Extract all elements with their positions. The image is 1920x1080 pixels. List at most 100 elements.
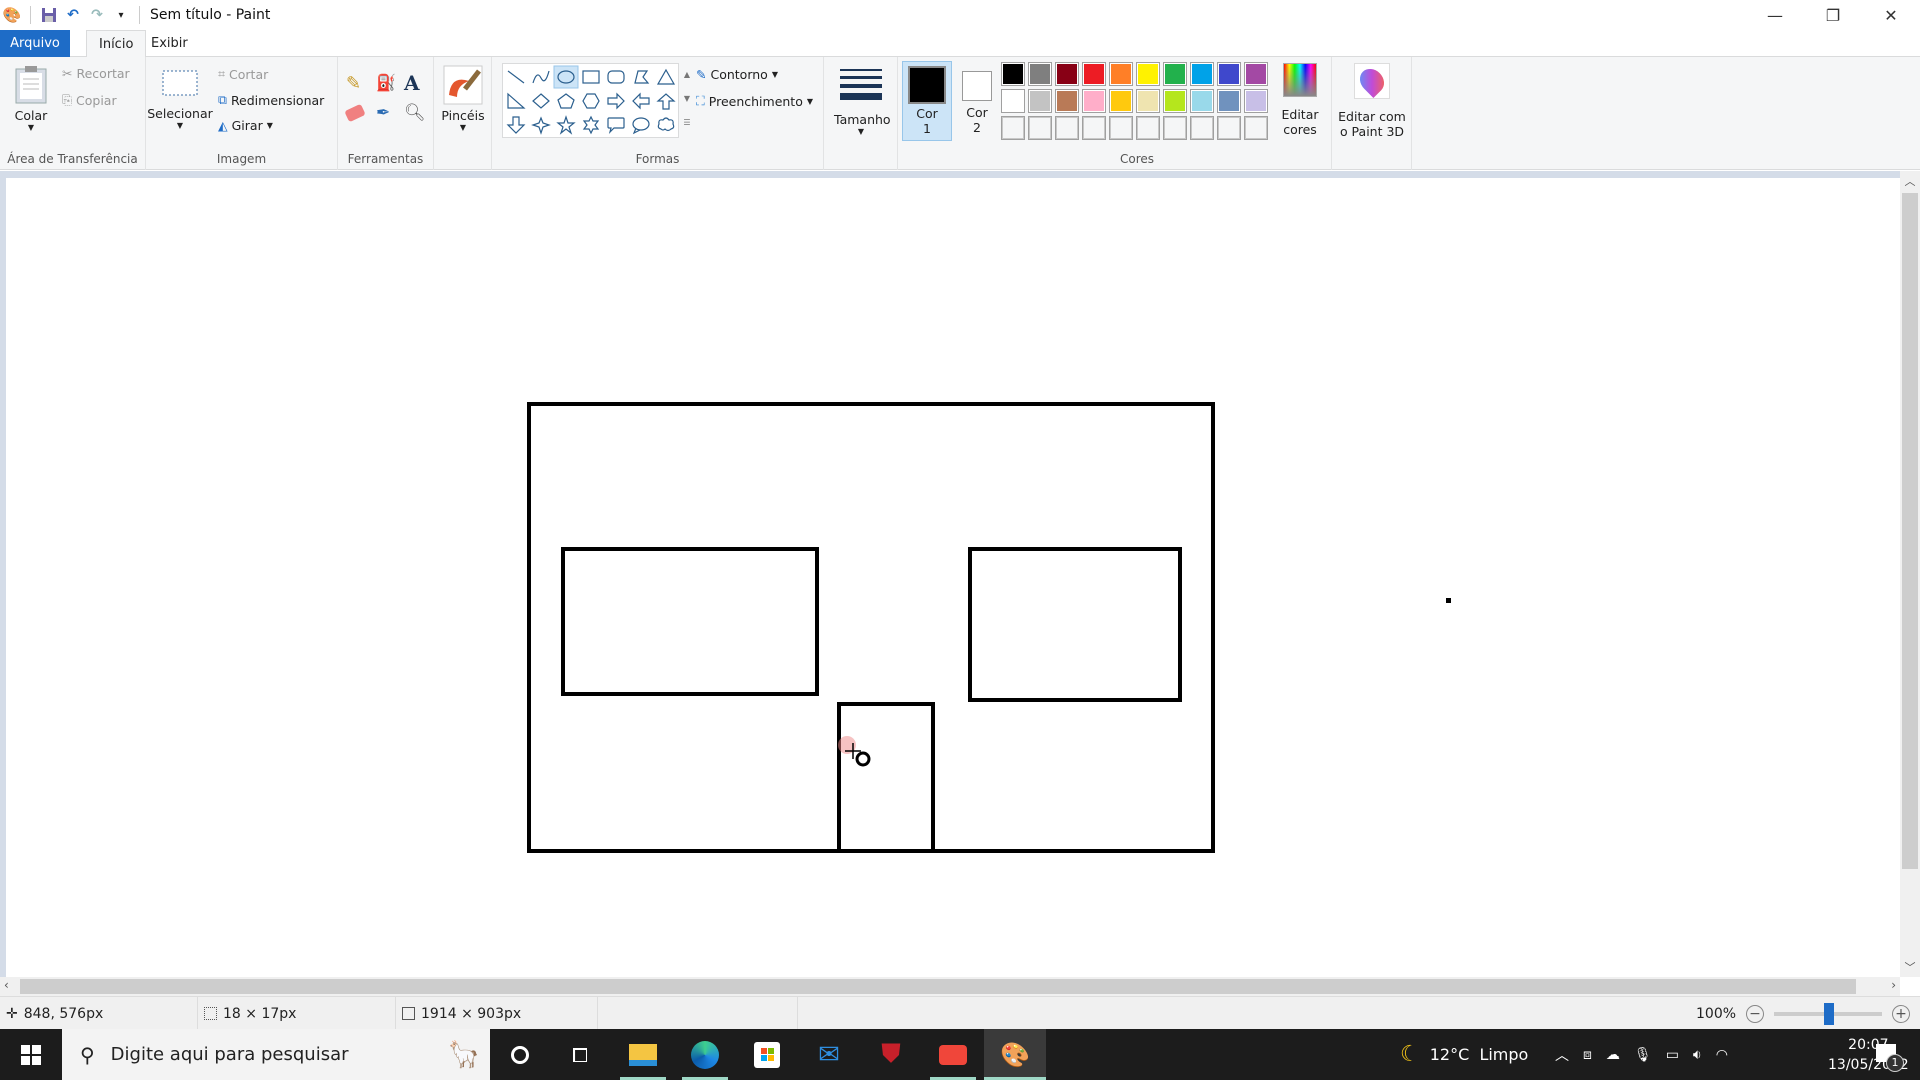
- taskbar-store[interactable]: [736, 1029, 798, 1080]
- shape-pentagon-icon[interactable]: [557, 93, 575, 109]
- shape-five-point-star-icon[interactable]: [556, 115, 576, 135]
- shape-line-icon[interactable]: [507, 70, 525, 84]
- shape-curve-icon[interactable]: [532, 70, 550, 84]
- shape-triangle-icon[interactable]: [656, 68, 676, 85]
- shape-polygon-icon[interactable]: [634, 70, 650, 84]
- palette-color-swatch[interactable]: [1001, 62, 1025, 86]
- palette-color-swatch[interactable]: [1001, 89, 1025, 113]
- custom-color-slot[interactable]: [1055, 116, 1079, 140]
- drawing-canvas[interactable]: [6, 178, 1900, 977]
- tab-exibir[interactable]: Exibir: [139, 30, 200, 57]
- taskbar-file-explorer[interactable]: [612, 1029, 674, 1080]
- start-button[interactable]: [0, 1029, 62, 1080]
- zoom-slider-thumb[interactable]: [1824, 1002, 1835, 1025]
- zoom-slider[interactable]: [1774, 1002, 1883, 1025]
- palette-color-swatch[interactable]: [1217, 62, 1241, 86]
- tab-inicio[interactable]: Início: [86, 30, 147, 58]
- scroll-left-arrow-icon[interactable]: ‹: [4, 978, 9, 992]
- custom-color-slot[interactable]: [1244, 116, 1268, 140]
- shape-down-arrow-icon[interactable]: [506, 116, 526, 134]
- magnifier-icon[interactable]: 🔍︎: [404, 103, 426, 123]
- weather-widget[interactable]: ☾ 12°C Limpo: [1400, 1029, 1528, 1080]
- shape-diamond-icon[interactable]: [532, 93, 550, 109]
- taskbar-mcafee[interactable]: ⛊: [860, 1029, 922, 1080]
- color1-button[interactable]: Cor 1: [902, 61, 952, 141]
- taskbar-search-box[interactable]: ⚲ Digite aqui para pesquisar 🦙: [62, 1029, 490, 1080]
- resize-button[interactable]: ⧉ Redimensionar: [218, 92, 324, 108]
- edit-with-paint3d-button[interactable]: Editar com o Paint 3D: [1334, 63, 1410, 139]
- scroll-up-icon[interactable]: ▲: [681, 63, 693, 87]
- shape-oval-callout-icon[interactable]: [632, 117, 650, 135]
- palette-color-swatch[interactable]: [1190, 89, 1214, 113]
- horizontal-scroll-thumb[interactable]: [20, 979, 1856, 994]
- custom-color-slot[interactable]: [1163, 116, 1187, 140]
- shapes-scroll[interactable]: ▲ ▼ ☰: [681, 63, 693, 138]
- shape-four-point-star-icon[interactable]: [531, 116, 551, 135]
- microphone-icon[interactable]: 🎙︎: [1634, 1047, 1652, 1063]
- palette-color-swatch[interactable]: [1190, 62, 1214, 86]
- scroll-up-arrow-icon[interactable]: ︿: [1900, 173, 1920, 189]
- crop-button[interactable]: ⌗ Cortar: [218, 66, 268, 82]
- minimize-button[interactable]: —: [1746, 0, 1804, 30]
- color2-button[interactable]: Cor 2: [956, 61, 998, 141]
- palette-color-swatch[interactable]: [1109, 89, 1133, 113]
- save-icon[interactable]: [37, 3, 61, 27]
- scroll-right-arrow-icon[interactable]: ›: [1891, 978, 1896, 992]
- custom-color-slot[interactable]: [1109, 116, 1133, 140]
- custom-color-slot[interactable]: [1082, 116, 1106, 140]
- fill-bucket-icon[interactable]: ⛽: [376, 73, 396, 92]
- brushes-button[interactable]: Pincéis ▼: [438, 65, 488, 132]
- task-view-button[interactable]: ⧠: [550, 1029, 610, 1080]
- palette-color-swatch[interactable]: [1055, 62, 1079, 86]
- palette-color-swatch[interactable]: [1244, 89, 1268, 113]
- battery-icon[interactable]: ▭: [1666, 1047, 1679, 1063]
- volume-icon[interactable]: 🔉︎: [1693, 1047, 1702, 1063]
- text-icon[interactable]: A: [404, 71, 420, 95]
- zoom-out-button[interactable]: −: [1746, 1004, 1765, 1023]
- shape-oval-icon[interactable]: [553, 65, 579, 89]
- palette-color-swatch[interactable]: [1136, 62, 1160, 86]
- paint-app-icon[interactable]: 🎨: [0, 3, 24, 27]
- taskbar-paint[interactable]: 🎨: [984, 1029, 1046, 1080]
- taskbar-mail[interactable]: ✉: [798, 1029, 860, 1080]
- palette-color-swatch[interactable]: [1082, 62, 1106, 86]
- vertical-scrollbar[interactable]: ︿ ﹀: [1900, 171, 1920, 977]
- shape-right-triangle-icon[interactable]: [507, 92, 526, 109]
- shape-rounded-rectangle-icon[interactable]: [607, 70, 625, 84]
- palette-color-swatch[interactable]: [1244, 62, 1268, 86]
- scroll-down-arrow-icon[interactable]: ﹀: [1900, 959, 1920, 975]
- shape-hexagon-icon[interactable]: [582, 93, 600, 109]
- taskbar-edge[interactable]: [674, 1029, 736, 1080]
- expand-gallery-icon[interactable]: ☰: [681, 111, 693, 135]
- custom-color-slot[interactable]: [1028, 116, 1052, 140]
- taskbar-camera-recorder[interactable]: [922, 1029, 984, 1080]
- copy-button[interactable]: ⎘ Copiar: [62, 92, 117, 108]
- maximize-button[interactable]: ❐: [1804, 0, 1862, 30]
- palette-color-swatch[interactable]: [1055, 89, 1079, 113]
- show-hidden-icons-chevron-icon[interactable]: ︿: [1555, 1045, 1569, 1065]
- palette-color-swatch[interactable]: [1028, 89, 1052, 113]
- horizontal-scrollbar[interactable]: ‹ ›: [0, 977, 1900, 996]
- shape-cloud-callout-icon[interactable]: [657, 117, 675, 132]
- customize-dropdown-icon[interactable]: ▾: [109, 3, 133, 27]
- palette-color-swatch[interactable]: [1082, 89, 1106, 113]
- redo-icon[interactable]: ↷: [85, 3, 109, 27]
- color-picker-icon[interactable]: ✒: [376, 103, 390, 123]
- palette-color-swatch[interactable]: [1217, 89, 1241, 113]
- wifi-icon[interactable]: ◠: [1716, 1047, 1728, 1063]
- custom-color-slot[interactable]: [1136, 116, 1160, 140]
- vertical-scroll-thumb[interactable]: [1902, 193, 1918, 869]
- custom-color-slot[interactable]: [1217, 116, 1241, 140]
- palette-color-swatch[interactable]: [1163, 89, 1187, 113]
- meet-now-icon[interactable]: ⧈: [1583, 1047, 1592, 1063]
- shape-six-point-star-icon[interactable]: [582, 115, 600, 135]
- tab-arquivo[interactable]: Arquivo: [0, 30, 70, 57]
- shape-right-arrow-icon[interactable]: [607, 92, 625, 110]
- size-button[interactable]: Tamanho ▼: [834, 67, 891, 136]
- eraser-icon[interactable]: [344, 103, 366, 123]
- undo-icon[interactable]: ↶: [61, 3, 85, 27]
- palette-color-swatch[interactable]: [1163, 62, 1187, 86]
- pencil-icon[interactable]: ✎: [346, 73, 361, 94]
- onedrive-cloud-icon[interactable]: ☁: [1606, 1047, 1620, 1063]
- edit-colors-button[interactable]: Editar cores: [1274, 63, 1326, 137]
